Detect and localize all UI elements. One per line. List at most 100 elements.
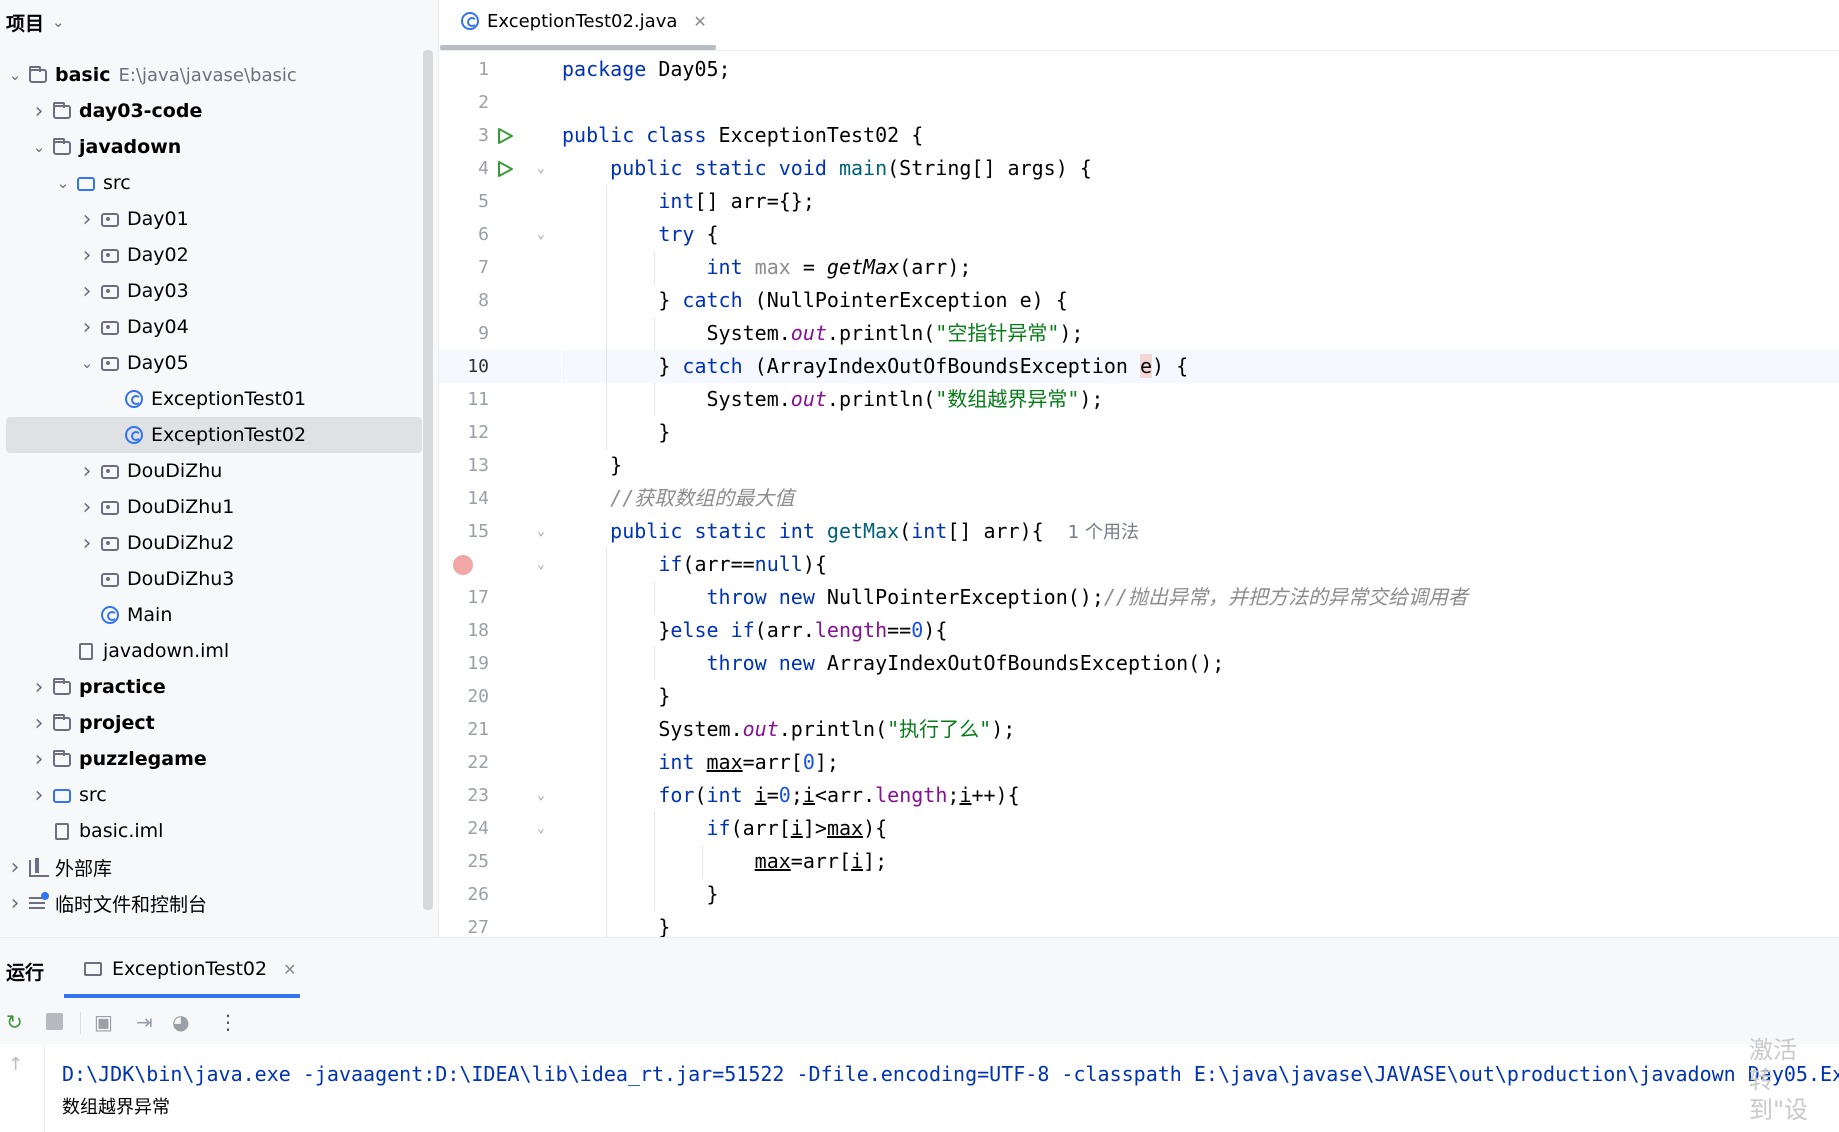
tree-item[interactable]: › project [0,705,430,741]
tree-item[interactable]: basic.iml [0,813,430,849]
tab-label[interactable]: ExceptionTest02.java [487,11,677,32]
fold-icon[interactable]: ⌄ [537,152,545,185]
run-gutter-icon[interactable] [496,127,514,145]
tab-exceptiontest02-java[interactable]: ExceptionTest02.java ✕ [461,6,707,36]
fold-icon[interactable]: ⌄ [537,218,545,251]
tree-item-label[interactable]: DouDiZhu2 [127,532,234,554]
chevron-right-icon[interactable]: › [30,711,48,736]
tree-item[interactable]: › practice [0,669,430,705]
gutter-line[interactable]: 25 [439,845,561,878]
tree-item[interactable]: › puzzlegame [0,741,430,777]
gutter-line[interactable]: 24 ⌄ [439,812,561,845]
tree-item-label[interactable]: ExceptionTest02 [151,424,306,446]
code-line[interactable]: throw new ArrayIndexOutOfBoundsException… [562,647,1839,680]
tree-item-label[interactable]: Day01 [127,208,189,230]
tree-item-label[interactable]: project [79,712,155,734]
chevron-down-icon[interactable]: ⌄ [52,13,65,31]
chevron-down-icon[interactable]: ⌄ [78,354,96,372]
code-line[interactable]: int max=arr[0]; [562,746,1839,779]
gutter-line[interactable]: 20 [439,680,561,713]
tree-item[interactable]: › DouDiZhu2 [0,525,430,561]
console-output[interactable]: D:\JDK\bin\java.exe -javaagent:D:\IDEA\l… [62,1058,1839,1124]
tree-item-label[interactable]: day03-code [79,100,202,122]
code-line[interactable]: try { [562,218,1839,251]
code-line[interactable]: public static void main(String[] args) { [562,152,1839,185]
code-line[interactable] [562,86,1839,119]
chevron-right-icon[interactable]: › [30,99,48,124]
chevron-right-icon[interactable]: › [30,783,48,808]
tree-item[interactable]: › Day03 [0,273,430,309]
tree-item-label[interactable]: src [79,784,107,806]
tree-item-label[interactable]: Main [127,604,172,626]
chevron-right-icon[interactable]: › [78,243,96,268]
tree-item[interactable]: Main [0,597,430,633]
tree-item[interactable]: › Day02 [0,237,430,273]
chevron-right-icon[interactable]: › [30,675,48,700]
tree-item-label[interactable]: ExceptionTest01 [151,388,306,410]
code-line[interactable]: System.out.println("数组越界异常"); [562,383,1839,416]
gutter-line[interactable]: 12 [439,416,561,449]
gutter-line[interactable]: 9 [439,317,561,350]
tree-item[interactable]: DouDiZhu3 [0,561,430,597]
code-line[interactable]: for(int i=0;i<arr.length;i++){ [562,779,1839,812]
tree-item[interactable]: › 外部库 [0,849,430,885]
tree-item-label[interactable]: src [103,172,131,194]
tree-item-label[interactable]: DouDiZhu1 [127,496,234,518]
tree-item-label[interactable]: Day04 [127,316,189,338]
fold-icon[interactable]: ⌄ [537,548,545,581]
chevron-right-icon[interactable]: › [78,531,96,556]
tree-item-label[interactable]: javadown [79,136,181,158]
more-icon[interactable]: ⋮ [218,1010,238,1034]
run-tab-label[interactable]: ExceptionTest02 [112,958,267,980]
close-icon[interactable]: ✕ [283,960,296,979]
gutter-line[interactable]: 4 ⌄ [439,152,561,185]
project-title[interactable]: 项目 [6,9,44,36]
fold-icon[interactable]: ⌄ [537,515,545,548]
gutter-line[interactable]: 19 [439,647,561,680]
rerun-icon[interactable]: ↻ [6,1010,23,1034]
code-line[interactable]: if(arr==null){ [562,548,1839,581]
tree-scrollbar[interactable] [423,50,433,910]
code-line[interactable]: } [562,680,1839,713]
code-line[interactable]: int[] arr={}; [562,185,1839,218]
code-line[interactable]: System.out.println("空指针异常"); [562,317,1839,350]
tree-item[interactable]: › Day01 [0,201,430,237]
tree-item[interactable]: › DouDiZhu [0,453,430,489]
fold-icon[interactable]: ⌄ [537,779,545,812]
gutter-line[interactable]: 22 [439,746,561,779]
chevron-right-icon[interactable]: › [78,459,96,484]
gutter-line[interactable]: 21 [439,713,561,746]
tree-item-label[interactable]: 外部库 [55,854,112,881]
code-line[interactable]: }else if(arr.length==0){ [562,614,1839,647]
chevron-down-icon[interactable]: ⌄ [30,138,48,156]
code-line[interactable]: if(arr[i]>max){ [562,812,1839,845]
gutter-line[interactable]: 7 [439,251,561,284]
tree-item-label[interactable]: Day05 [127,352,189,374]
gutter-line[interactable]: 17 [439,581,561,614]
chevron-down-icon[interactable]: ⌄ [6,66,24,84]
gauge-icon[interactable]: ◕ [172,1010,189,1034]
tree-item-label[interactable]: DouDiZhu [127,460,222,482]
tree-item[interactable]: ⌄ src [0,165,430,201]
tree-item[interactable]: ExceptionTest01 [0,381,430,417]
chevron-right-icon[interactable]: › [78,315,96,340]
code-line[interactable]: } [562,416,1839,449]
gutter-line[interactable]: 14 [439,482,561,515]
tree-item-label[interactable]: basic.iml [79,820,163,842]
tree-item-label[interactable]: puzzlegame [79,748,207,770]
code-line[interactable]: int max = getMax(arr); [562,251,1839,284]
gutter-line[interactable]: 2 [439,86,561,119]
chevron-right-icon[interactable]: › [30,747,48,772]
tree-item-label[interactable]: DouDiZhu3 [127,568,234,590]
gutter-line[interactable]: ⌄ [439,548,561,581]
tree-item[interactable]: › day03-code [0,93,430,129]
scroll-up-icon[interactable]: ↑ [8,1054,23,1075]
code-line[interactable]: } catch (NullPointerException e) { [562,284,1839,317]
code-line[interactable]: } [562,449,1839,482]
gutter-line[interactable]: 6 ⌄ [439,218,561,251]
code-editor[interactable]: package Day05; public class ExceptionTest… [562,53,1839,937]
code-line[interactable]: //获取数组的最大值 [562,482,1839,515]
code-line[interactable]: } [562,878,1839,911]
gutter-line[interactable]: 23 ⌄ [439,779,561,812]
chevron-right-icon[interactable]: › [6,855,24,880]
